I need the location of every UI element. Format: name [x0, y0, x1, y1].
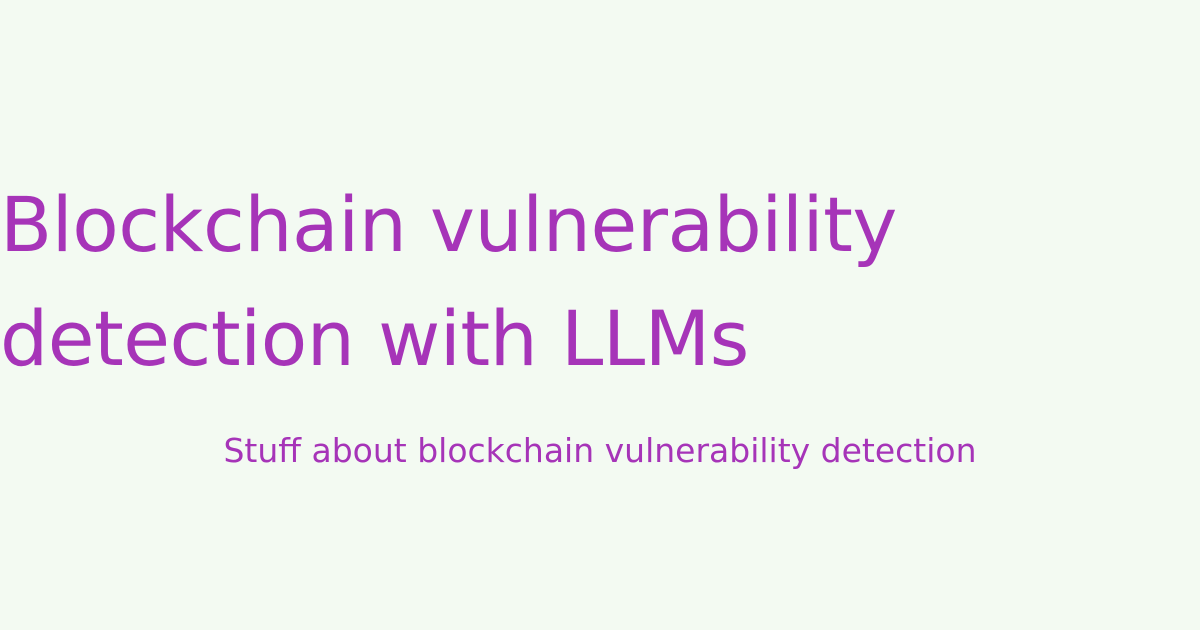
title-line-1: Blockchain vulnerability: [0, 180, 897, 269]
page-title: Blockchain vulnerability detection with …: [0, 168, 1200, 396]
title-line-2: detection with LLMs: [0, 294, 749, 383]
social-preview-card: Blockchain vulnerability detection with …: [0, 0, 1200, 630]
page-subtitle: Stuff about blockchain vulnerability det…: [223, 431, 977, 470]
